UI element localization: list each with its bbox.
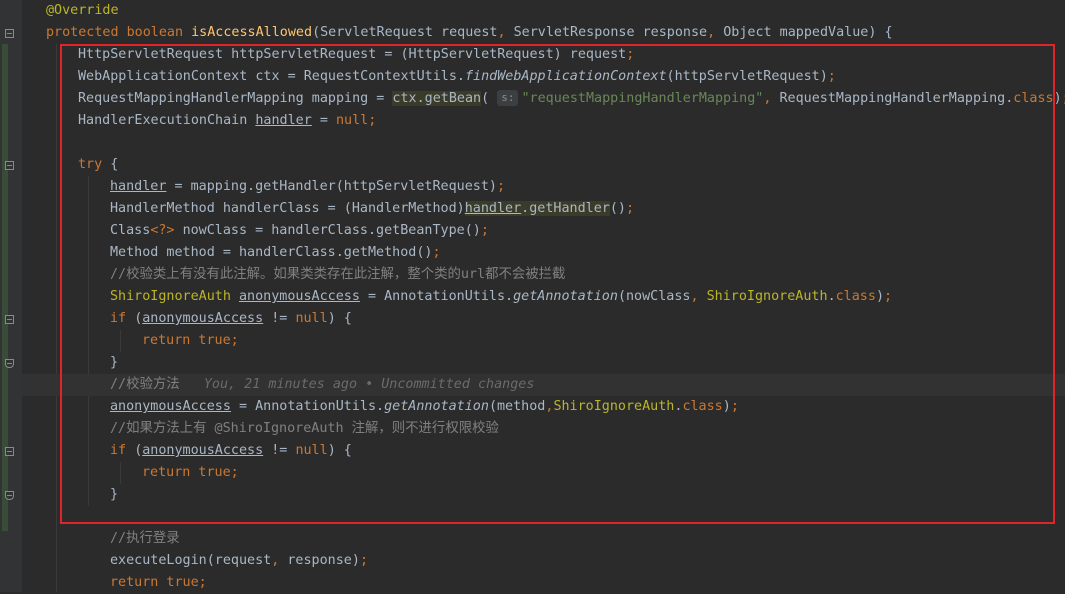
code-line-26[interactable]: executeLogin(request, response); <box>22 550 1065 572</box>
fold-if-end-icon[interactable] <box>5 359 14 368</box>
vcs-change-marker[interactable] <box>2 44 8 531</box>
editor-gutter[interactable] <box>0 0 22 592</box>
code-line-1[interactable]: @Override <box>22 0 1065 22</box>
fold-try-icon[interactable] <box>5 161 14 170</box>
fold-if-icon[interactable] <box>5 315 14 324</box>
fold-if2-end-icon[interactable] <box>5 491 14 500</box>
code-line-27[interactable]: return true; <box>22 572 1065 594</box>
code-line-2[interactable]: protected boolean isAccessAllowed(Servle… <box>22 22 1065 44</box>
annotation-highlight-box <box>60 44 1055 524</box>
code-line-25[interactable]: //执行登录 <box>22 528 1065 550</box>
fold-if2-icon[interactable] <box>5 447 14 456</box>
comment-execute-login: //执行登录 <box>110 531 180 546</box>
fold-method-icon[interactable] <box>5 29 14 38</box>
annotation-override: @Override <box>46 3 119 18</box>
